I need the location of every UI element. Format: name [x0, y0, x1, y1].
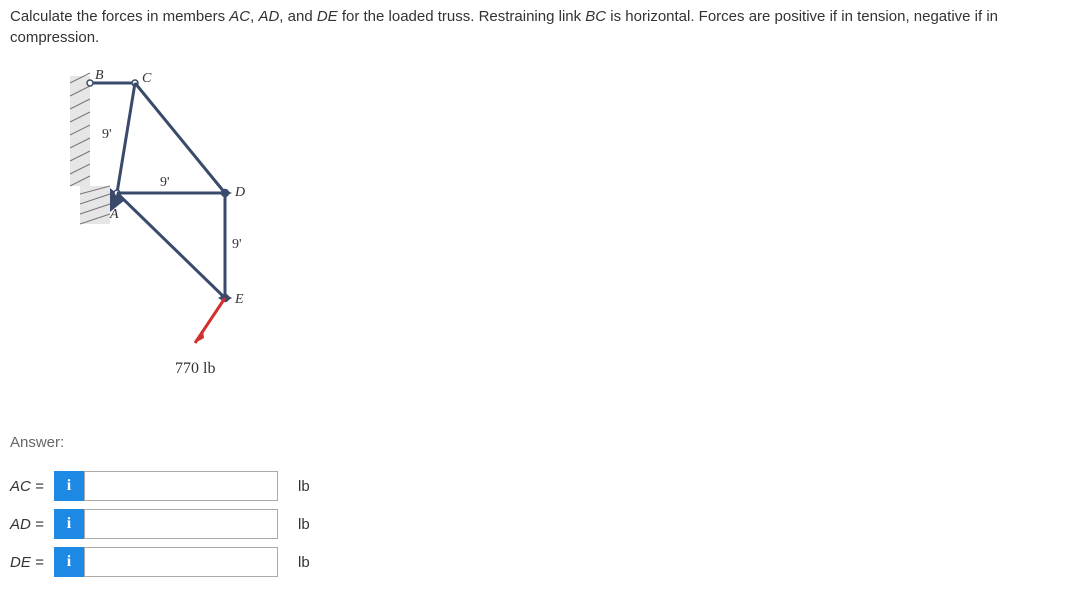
answer-input-ad[interactable]	[84, 509, 278, 539]
problem-statement: Calculate the forces in members AC, AD, …	[10, 6, 1073, 48]
truss-figure: B C A D E 9' 9' 9' 770 lb	[50, 68, 1073, 404]
unit-label: lb	[298, 476, 310, 497]
answer-label-ad: AD =	[10, 514, 48, 535]
info-icon[interactable]: i	[54, 547, 84, 577]
answer-section: Answer: AC = i lb AD = i lb DE = i lb	[10, 432, 1073, 577]
dim-de: 9'	[232, 237, 242, 252]
info-icon[interactable]: i	[54, 471, 84, 501]
answer-row-ac: AC = i lb	[10, 471, 1073, 501]
answer-heading: Answer:	[10, 432, 1073, 453]
answer-input-de[interactable]	[84, 547, 278, 577]
label-A: A	[109, 207, 119, 222]
label-E: E	[234, 292, 244, 307]
answer-input-ac[interactable]	[84, 471, 278, 501]
answer-label-ac: AC =	[10, 476, 48, 497]
answer-label-de: DE =	[10, 552, 48, 573]
info-icon[interactable]: i	[54, 509, 84, 539]
load-label: 770 lb	[175, 360, 215, 377]
label-D: D	[234, 185, 245, 200]
label-C: C	[142, 71, 152, 86]
unit-label: lb	[298, 514, 310, 535]
answer-row-ad: AD = i lb	[10, 509, 1073, 539]
label-B: B	[95, 68, 104, 83]
dim-bc-vertical: 9'	[102, 127, 112, 142]
unit-label: lb	[298, 552, 310, 573]
answer-row-de: DE = i lb	[10, 547, 1073, 577]
dim-ad: 9'	[160, 175, 170, 190]
